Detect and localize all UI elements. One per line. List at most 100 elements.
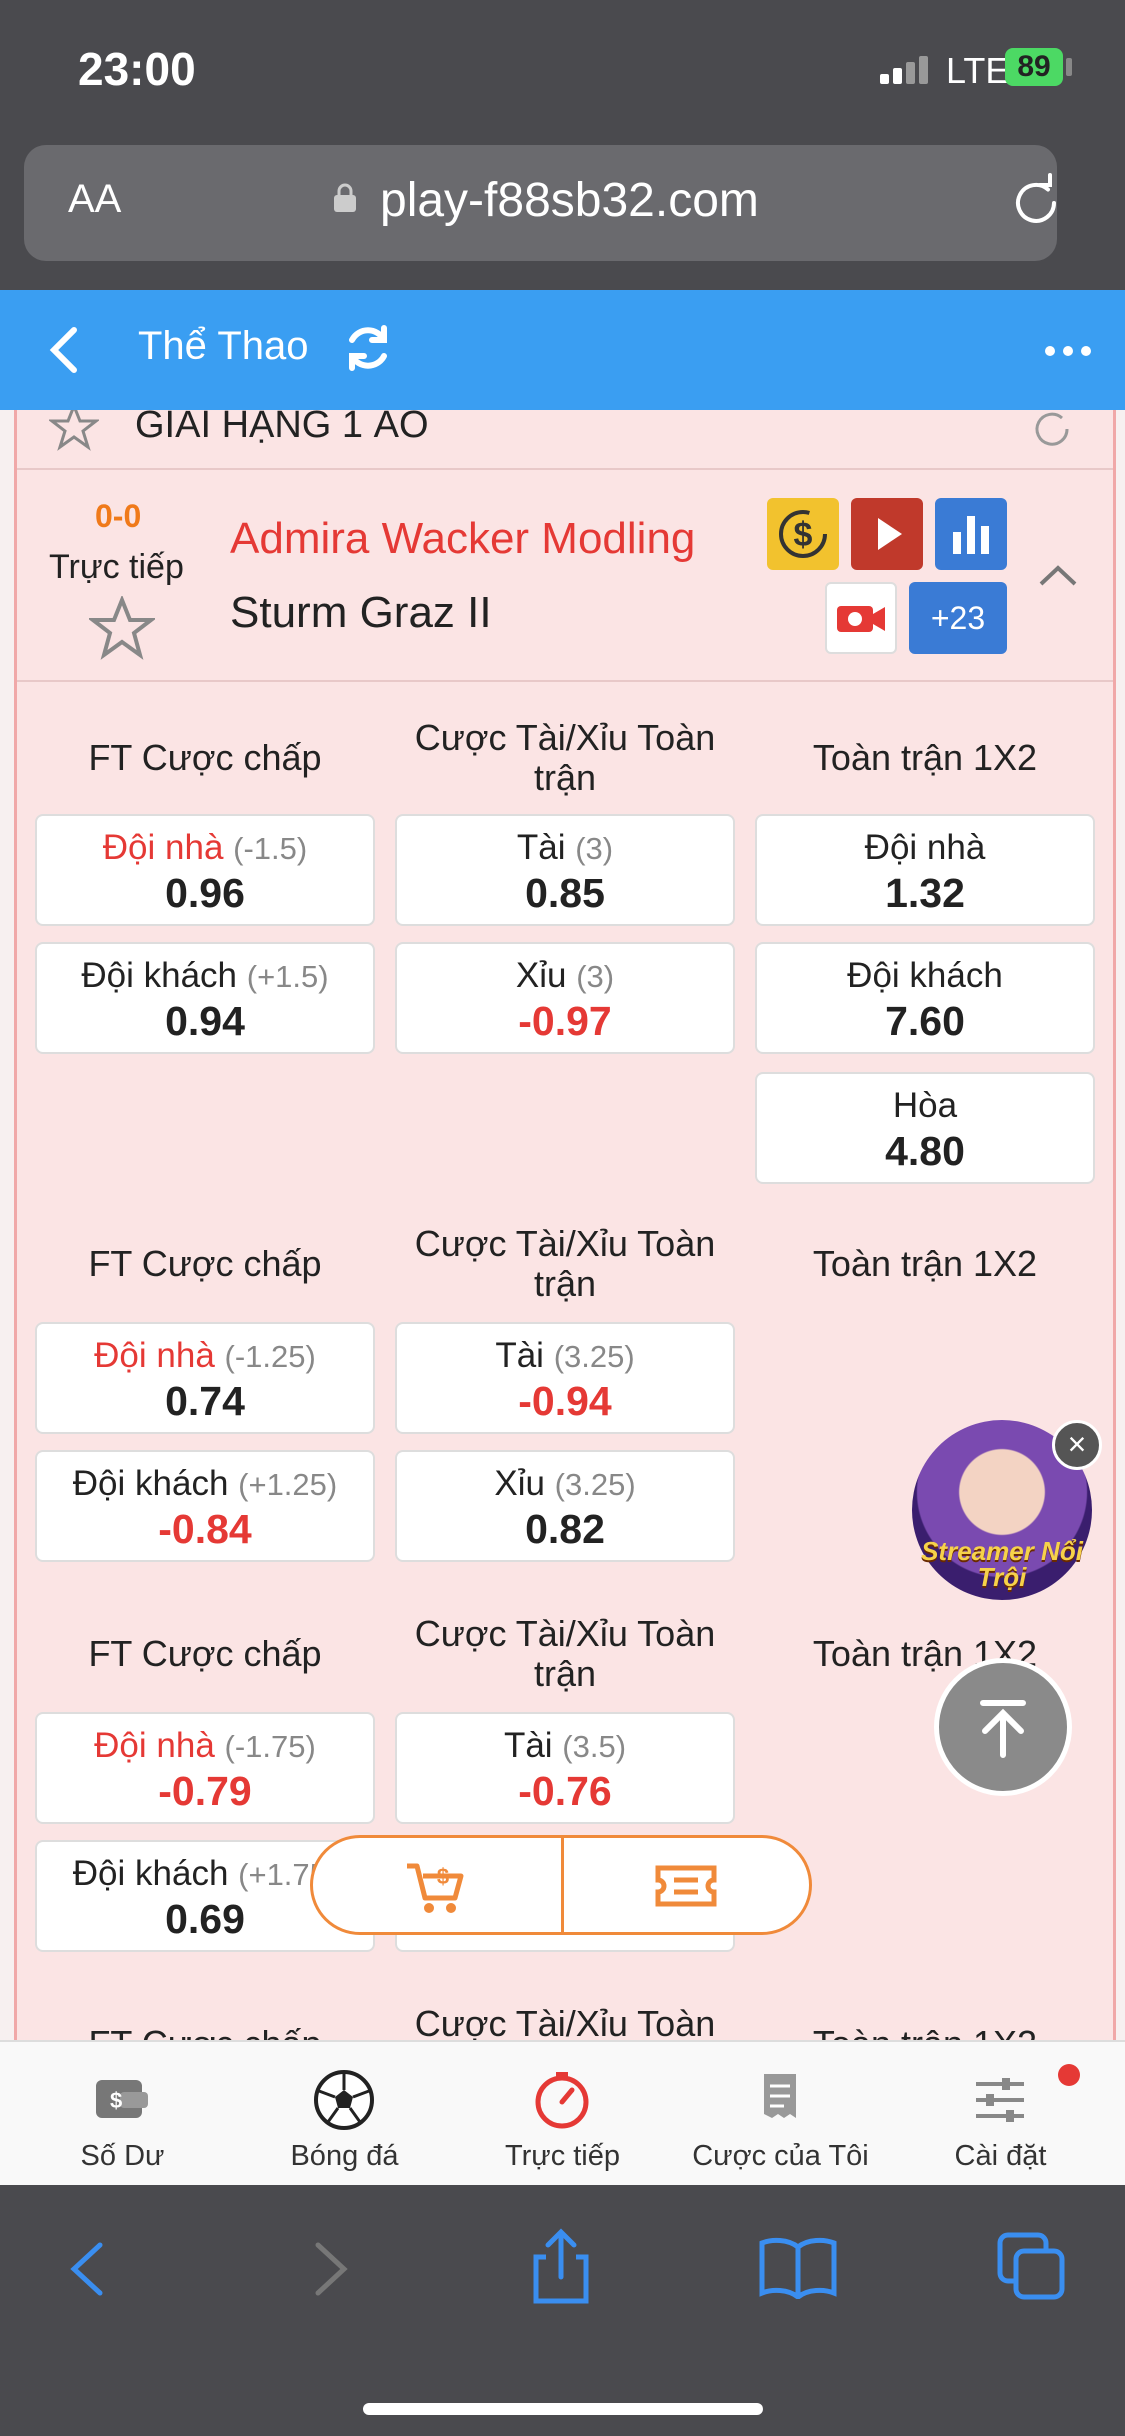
browser-toolbar xyxy=(0,2185,1125,2436)
browser-forward-icon xyxy=(315,2242,348,2296)
tab-soccer[interactable]: Bóng đá xyxy=(232,2042,457,2187)
cashout-icon: $ xyxy=(779,510,827,558)
status-bar: 23:00 LTE 89 xyxy=(0,0,1125,140)
odds-value: 0.82 xyxy=(525,1506,605,1552)
league-card: GIẢI HẠNG 1 ÁO 0-0 Trực tiếp Admira Wack… xyxy=(14,410,1116,2040)
odds-button[interactable]: Tài (3.25) -0.94 xyxy=(395,1322,735,1434)
handicap: (+1.25) xyxy=(238,1467,338,1502)
chevron-up-icon[interactable] xyxy=(1037,560,1079,590)
league-name[interactable]: GIẢI HẠNG 1 ÁO xyxy=(135,410,429,447)
live-status: Trực tiếp xyxy=(49,548,184,586)
tab-settings[interactable]: Cài đặt xyxy=(888,2042,1113,2187)
wallet-icon: $ xyxy=(96,2080,148,2118)
odds-value: 0.94 xyxy=(165,998,245,1044)
odds-value: -0.94 xyxy=(518,1378,612,1424)
tab-balance[interactable]: $ Số Dư xyxy=(10,2042,235,2187)
reload-icon[interactable] xyxy=(1006,173,1066,233)
network-type: LTE xyxy=(946,50,1010,91)
ticket-button[interactable] xyxy=(564,1838,809,1932)
column-header-over-under: Cược Tài/Xỉu Toàn trận xyxy=(414,1223,716,1304)
stats-bar-icon xyxy=(953,516,989,554)
svg-text:$: $ xyxy=(794,516,813,554)
text-size-button[interactable]: AA xyxy=(68,177,121,222)
handicap: (3.25) xyxy=(554,1467,636,1502)
more-menu-icon[interactable] xyxy=(1045,346,1095,356)
odds-value: -0.76 xyxy=(518,1768,612,1814)
collapse-refresh-icon[interactable] xyxy=(1027,410,1077,454)
odds-button[interactable]: Đội nhà (-1.25) 0.74 xyxy=(35,1322,375,1434)
odds-value: 0.96 xyxy=(165,870,245,916)
handicap: (3) xyxy=(575,831,614,866)
tab-my-bets[interactable]: Cược của Tôi xyxy=(668,2042,893,2187)
odds-button[interactable]: Đội khách (+1.25) -0.84 xyxy=(35,1450,375,1562)
share-icon[interactable] xyxy=(528,2227,594,2307)
odds-button[interactable]: Tài (3.5) -0.76 xyxy=(395,1712,735,1824)
stats-button[interactable] xyxy=(935,498,1007,570)
selection-name: Đội khách xyxy=(847,956,1003,995)
column-header-over-under: Cược Tài/Xỉu Toàn trận xyxy=(414,1613,716,1694)
odds-button[interactable]: Đội nhà (-1.5) 0.96 xyxy=(35,814,375,926)
odds-button[interactable]: Đội nhà 1.32 xyxy=(755,814,1095,926)
back-arrow-icon[interactable] xyxy=(44,322,84,378)
column-header-handicap: FT Cược chấp xyxy=(88,1243,322,1284)
star-icon[interactable] xyxy=(49,410,99,452)
battery-cap xyxy=(1066,58,1072,76)
svg-text:$: $ xyxy=(437,1864,449,1889)
selection-name: Đội nhà xyxy=(864,828,986,867)
selection-name: Xỉu xyxy=(515,956,567,995)
arrow-up-icon xyxy=(980,1700,1026,1758)
bottom-tab-bar: $ Số Dư Bóng đá Trực tiếp Cược của Tôi C… xyxy=(0,2040,1125,2187)
match-score: 0-0 xyxy=(95,498,142,534)
play-icon xyxy=(878,518,902,550)
browser-back-icon[interactable] xyxy=(62,2239,112,2299)
url-text[interactable]: play-f88sb32.com xyxy=(380,173,759,228)
odds-button[interactable]: Tài (3) 0.85 xyxy=(395,814,735,926)
column-header-handicap: FT Cược chấp xyxy=(35,2024,375,2041)
column-header-handicap: FT Cược chấp xyxy=(88,737,322,778)
refresh-icon[interactable] xyxy=(340,320,396,376)
odds-button[interactable]: Xỉu (3) -0.97 xyxy=(395,942,735,1054)
handicap: (3.25) xyxy=(553,1339,635,1374)
close-icon[interactable]: × xyxy=(1052,1420,1102,1470)
address-bar[interactable]: AA play-f88sb32.com xyxy=(24,145,1057,261)
scroll-to-top-button[interactable] xyxy=(934,1658,1072,1796)
tabs-icon[interactable] xyxy=(996,2231,1068,2303)
tab-label: Cài đặt xyxy=(954,2140,1047,2172)
home-indicator xyxy=(363,2403,763,2415)
content-area[interactable]: GIẢI HẠNG 1 ÁO 0-0 Trực tiếp Admira Wack… xyxy=(0,410,1125,2040)
app-header: Thể Thao xyxy=(0,290,1125,410)
signal-icon xyxy=(880,54,932,84)
odds-button[interactable]: Đội nhà (-1.75) -0.79 xyxy=(35,1712,375,1824)
handicap: (3.5) xyxy=(562,1729,627,1764)
more-markets-button[interactable]: +23 xyxy=(909,582,1007,654)
selection-name: Đội khách xyxy=(72,1464,229,1503)
cashout-button[interactable]: $ xyxy=(767,498,839,570)
match-row: 0-0 Trực tiếp Admira Wacker Modling Stur… xyxy=(17,468,1113,682)
handicap: (-1.25) xyxy=(224,1339,316,1374)
video-button[interactable] xyxy=(825,582,897,654)
live-stream-button[interactable] xyxy=(851,498,923,570)
away-team: Sturm Graz II xyxy=(230,588,492,637)
tab-live[interactable]: Trực tiếp xyxy=(450,2042,675,2187)
bookmarks-icon[interactable] xyxy=(758,2235,838,2299)
odds-value: -0.84 xyxy=(158,1506,252,1552)
favorite-star-icon[interactable] xyxy=(89,596,155,660)
odds-button[interactable]: Hòa 4.80 xyxy=(755,1072,1095,1184)
streamer-label: Streamer Nổi Trội xyxy=(921,1536,1083,1592)
selection-name: Đội khách xyxy=(72,1854,229,1893)
handicap: (+1.5) xyxy=(246,959,329,994)
svg-text:$: $ xyxy=(110,2088,122,2113)
video-camera-icon xyxy=(837,606,885,632)
odds-value: -0.97 xyxy=(518,998,612,1044)
page-title: Thể Thao xyxy=(138,324,309,368)
selection-name: Hòa xyxy=(892,1086,958,1125)
cart-button[interactable]: $ xyxy=(313,1838,564,1932)
selection-name: Xỉu xyxy=(494,1464,545,1503)
odds-button[interactable]: Đội khách 7.60 xyxy=(755,942,1095,1054)
odds-button[interactable]: Xỉu (3.25) 0.82 xyxy=(395,1450,735,1562)
odds-button[interactable]: Đội khách (+1.5) 0.94 xyxy=(35,942,375,1054)
selection-name: Đội nhà xyxy=(102,828,224,867)
selection-name: Đội nhà xyxy=(94,1726,215,1765)
column-header-handicap: FT Cược chấp xyxy=(88,1633,322,1674)
soccer-ball-icon xyxy=(314,2070,374,2130)
